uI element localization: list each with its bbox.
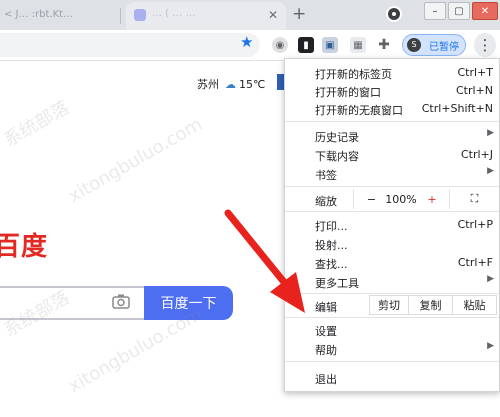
chevron-right-icon: ▶ [487,274,494,284]
zoom-label: 缩放 [315,195,337,208]
zoom-level: 100% [385,192,417,206]
cut-button[interactable]: 剪切 [369,295,409,315]
browser-toolbar: ★ ◉ ▮ ▣ ▦ ✚ S 已暂停 ⋮ [0,30,500,61]
menu-item-new-window[interactable]: 打开新的窗口 Ctrl+N [285,81,499,99]
extension-globe-icon[interactable]: ◉ [272,37,288,53]
chevron-right-icon: ▶ [487,166,494,176]
menu-item-history[interactable]: 历史记录 ▶ [285,126,499,144]
menu-item-help[interactable]: 帮助 ▶ [285,339,499,357]
window-controls: – ▢ ✕ [424,0,500,22]
tab-label: … ( … … [152,8,196,19]
avatar: S [407,38,421,52]
chrome-main-menu: 打开新的标签页 Ctrl+T 打开新的窗口 Ctrl+N 打开新的无痕窗口 Ct… [284,58,500,392]
profile-status-label: 已暂停 [429,42,459,53]
zoom-out-button[interactable]: − [353,189,389,209]
zoom-in-button[interactable]: + [415,189,449,209]
paste-button[interactable]: 粘贴 [453,295,497,315]
watermark: xitongbuluo.com [64,113,206,208]
menu-item-find[interactable]: 查找... Ctrl+F [285,253,499,271]
cloud-icon: ☁ [225,78,236,91]
menu-item-settings[interactable]: 设置 [285,320,499,338]
menu-separator [285,186,499,187]
minimize-button[interactable]: – [424,2,446,20]
menu-separator [285,121,499,122]
chevron-right-icon: ▶ [487,128,494,138]
fullscreen-button[interactable]: ⛶ [449,189,499,209]
tab-separator [120,8,121,24]
menu-item-bookmarks[interactable]: 书签 ▶ [285,164,499,182]
menu-item-print[interactable]: 打印... Ctrl+P [285,215,499,233]
watermark: 系统部落 [0,97,74,152]
extension-grid-icon[interactable]: ▦ [350,37,366,53]
address-bar[interactable] [0,33,260,57]
close-window-button[interactable]: ✕ [472,2,498,20]
menu-edit-row: 编辑 剪切 复制 粘贴 [285,295,499,315]
copy-button[interactable]: 复制 [409,295,453,315]
menu-item-new-tab[interactable]: 打开新的标签页 Ctrl+T [285,63,499,81]
bookmark-star-icon[interactable]: ★ [240,34,253,50]
weather-temperature: 15℃ [239,78,266,91]
profile-indicator-icon[interactable] [386,6,402,22]
profile-chip[interactable]: S 已暂停 [402,34,466,56]
baidu-logo[interactable]: 百度 [0,226,48,263]
maximize-button[interactable]: ▢ [448,2,470,20]
tab-strip: < J… :rbt.Kt… … ( … … ✕ + – ▢ ✕ [0,0,500,30]
tab-active[interactable]: … ( … … ✕ [126,2,286,30]
extensions-puzzle-icon[interactable]: ✚ [376,37,392,53]
edit-label: 编辑 [315,301,337,314]
chrome-menu-button[interactable]: ⋮ [474,33,496,57]
menu-item-cast[interactable]: 投射... [285,234,499,252]
chevron-right-icon: ▶ [487,341,494,351]
camera-icon[interactable] [112,293,130,309]
menu-item-downloads[interactable]: 下载内容 Ctrl+J [285,145,499,163]
menu-separator [285,293,499,294]
tab-label: < J… :rbt.Kt… [4,9,74,20]
tab-favicon-icon [134,9,146,21]
menu-separator [285,211,499,212]
search-button[interactable]: 百度一下 [144,286,233,320]
menu-item-exit[interactable]: 退出 [285,368,499,386]
menu-separator [285,361,499,362]
new-tab-button[interactable]: + [292,5,306,23]
weather-city: 苏州 [197,78,219,91]
menu-separator [285,317,499,318]
menu-item-incognito[interactable]: 打开新的无痕窗口 Ctrl+Shift+N [285,99,499,117]
extension-image-icon[interactable]: ▣ [322,37,338,53]
tab-previous[interactable]: < J… :rbt.Kt… [0,6,118,28]
tab-close-icon[interactable]: ✕ [268,8,278,22]
extension-dark-icon[interactable]: ▮ [298,37,314,53]
menu-zoom-row: 缩放 − 100% + ⛶ [285,189,499,209]
menu-item-more-tools[interactable]: 更多工具 ▶ [285,272,499,290]
weather-widget[interactable]: 苏州 ☁ 15℃ [197,76,265,92]
